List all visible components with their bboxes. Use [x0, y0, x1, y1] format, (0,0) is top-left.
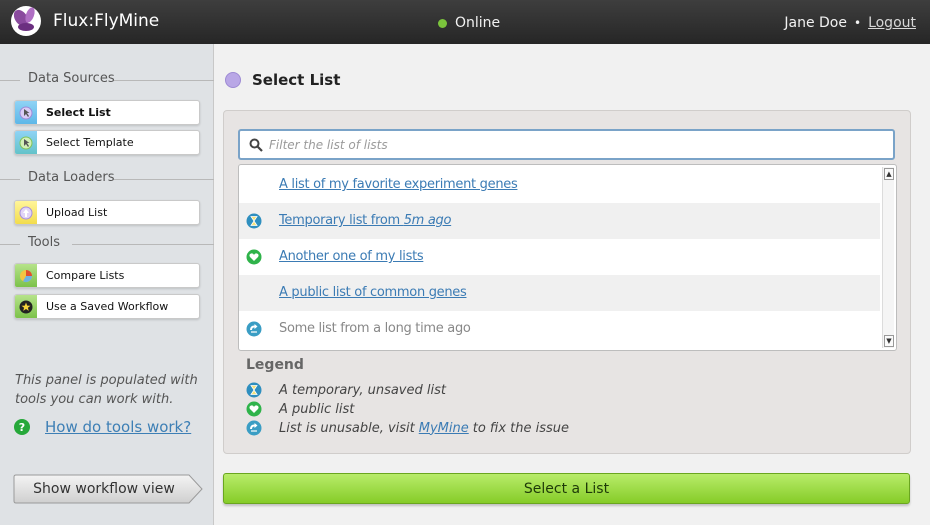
list-name-link[interactable]: Another one of my lists [279, 249, 424, 264]
mymine-link[interactable]: MyMine [419, 421, 469, 436]
user-area: Jane Doe • Logout [784, 15, 916, 31]
section-label: Tools [28, 235, 61, 250]
legend-label: A public list [279, 401, 355, 417]
divider [0, 80, 20, 81]
list-name-text: Some list from a long time ago [279, 321, 471, 336]
divider [0, 179, 20, 180]
search-icon [249, 138, 263, 152]
show-workflow-view-button[interactable]: Show workflow view [13, 474, 203, 504]
workflow-button-label: Show workflow view [33, 481, 175, 497]
list-age: 5m ago [403, 213, 452, 228]
scroll-up-arrow-icon[interactable]: ▲ [884, 168, 894, 180]
scroll-down-arrow-icon[interactable]: ▼ [884, 335, 894, 347]
help-link-row: ? How do tools work? [14, 418, 191, 436]
separator: • [853, 16, 862, 30]
list-name-link[interactable]: Temporary list from 5m ago [279, 213, 451, 228]
cursor-icon [15, 131, 37, 154]
list-scrollbar[interactable]: ▲ ▼ [882, 167, 894, 348]
fly-logo-icon[interactable] [9, 4, 43, 38]
tool-label: Select Template [46, 136, 134, 149]
section-label: Data Sources [28, 71, 115, 86]
divider [114, 80, 214, 81]
select-button-label: Select a List [523, 480, 610, 497]
main-content: Select List A list of my favorite experi… [214, 44, 930, 525]
tool-upload-list[interactable]: Upload List [14, 200, 200, 225]
select-list-panel: A list of my favorite experiment genes T… [223, 110, 911, 454]
legend-label: to fix the issue [472, 420, 570, 436]
heart-icon [246, 249, 262, 265]
hourglass-icon [246, 382, 262, 398]
sidebar: Data Sources Select List Select Template… [0, 44, 214, 525]
user-name: Jane Doe [784, 15, 847, 31]
divider [72, 244, 214, 245]
sidebar-help-text: This panel is populated with tools you c… [15, 373, 198, 407]
section-data-sources: Data Sources [0, 70, 214, 90]
tool-compare-lists[interactable]: Compare Lists [14, 263, 200, 288]
select-a-list-button[interactable]: Select a List [223, 473, 910, 504]
filter-field[interactable] [238, 129, 895, 160]
divider [114, 179, 214, 180]
list-item: Some list from a long time ago [239, 311, 880, 347]
top-bar: Flux:FlyMine Online Jane Doe • Logout [0, 0, 930, 44]
list-name-prefix: Temporary list from [279, 213, 404, 228]
lists-listbox[interactable]: A list of my favorite experiment genes T… [238, 164, 897, 351]
connection-status: Online [438, 15, 500, 31]
tool-use-saved-workflow[interactable]: Use a Saved Workflow [14, 294, 200, 319]
page-title: Select List [252, 71, 341, 89]
how-do-tools-work-link[interactable]: How do tools work? [45, 418, 191, 436]
tool-select-list[interactable]: Select List [14, 100, 200, 125]
hourglass-icon [246, 213, 262, 229]
legend-unusable: List is unusable, visit MyMine to fix th… [246, 420, 569, 436]
app-title: Flux:FlyMine [53, 11, 160, 31]
help-icon: ? [14, 419, 30, 435]
heart-icon [246, 401, 262, 417]
legend-temporary: A temporary, unsaved list [246, 382, 446, 398]
unusable-icon [246, 420, 262, 436]
unusable-icon [246, 321, 262, 337]
tool-label: Upload List [46, 206, 108, 219]
list-item[interactable]: A public list of common genes [239, 275, 880, 311]
tool-label: Select List [46, 106, 111, 119]
legend-public: A public list [246, 401, 354, 417]
logout-link[interactable]: Logout [868, 15, 916, 31]
list-name-link[interactable]: A public list of common genes [279, 285, 467, 300]
star-icon [15, 295, 37, 318]
legend-title: Legend [246, 357, 304, 373]
online-status-icon [438, 18, 447, 28]
status-label: Online [455, 15, 501, 31]
list-item[interactable]: A list of my favorite experiment genes [239, 167, 880, 203]
tool-label: Compare Lists [46, 269, 125, 282]
filter-input[interactable] [269, 137, 869, 152]
list-name-link[interactable]: A list of my favorite experiment genes [279, 177, 518, 192]
list-item[interactable]: Another one of my lists [239, 239, 880, 275]
tool-label: Use a Saved Workflow [46, 300, 169, 313]
select-list-cursor-icon [225, 72, 241, 88]
cursor-icon [15, 101, 37, 124]
section-tools: Tools [0, 234, 214, 254]
upload-icon [15, 201, 37, 224]
legend-label: List is unusable, visit [279, 420, 415, 436]
section-label: Data Loaders [28, 170, 115, 185]
section-data-loaders: Data Loaders [0, 169, 214, 189]
legend-label: A temporary, unsaved list [279, 382, 446, 398]
divider [0, 244, 20, 245]
tool-select-template[interactable]: Select Template [14, 130, 200, 155]
pie-chart-icon [15, 264, 37, 287]
list-item[interactable]: Temporary list from 5m ago [239, 203, 880, 239]
